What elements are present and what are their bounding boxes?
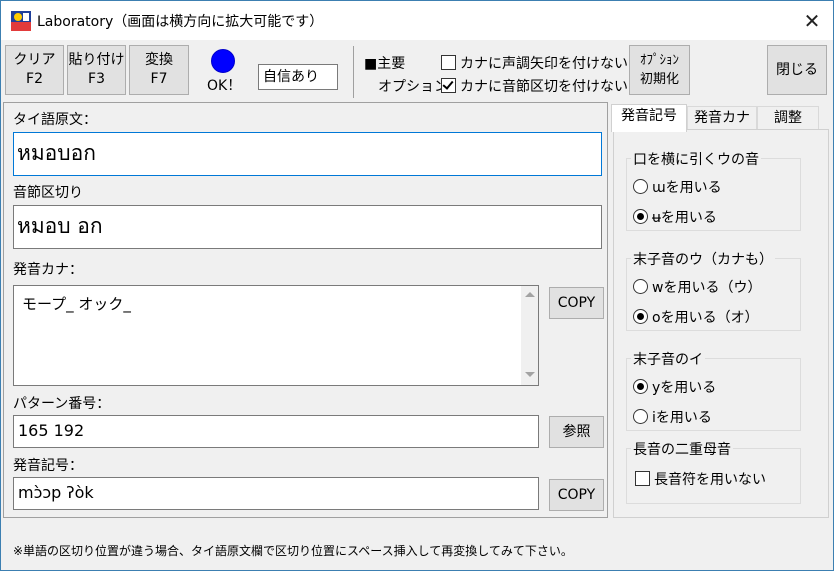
- radio-use-mu[interactable]: ɯを用いる: [633, 177, 722, 197]
- scroll-down-icon[interactable]: [525, 372, 535, 377]
- convert-button[interactable]: 変換 F7: [129, 45, 189, 95]
- clear-button-key: F2: [26, 71, 43, 87]
- kana-label: 発音カナ：: [13, 262, 83, 278]
- radio-use-mu-label: ɯを用いる: [652, 180, 722, 196]
- close-button[interactable]: 閉じる: [767, 45, 827, 95]
- clear-button-label: クリア: [13, 52, 56, 68]
- group-final-i-title: 末子音のイ: [631, 349, 705, 369]
- clear-button[interactable]: クリア F2: [5, 45, 64, 95]
- app-icon: [11, 11, 31, 31]
- checkbox-unchecked-icon: [635, 471, 650, 486]
- settings-tabs: 発音記号 発音カナ 調整: [611, 104, 833, 132]
- group-final-u-title: 末子音のウ（カナも）: [631, 249, 775, 269]
- group-u-sound: 口を横に引くウの音 ɯを用いる ʉを用いる: [626, 149, 801, 231]
- app-window: Laboratory（画面は横方向に拡大可能です） ✕ クリア F2 貼り付け …: [0, 0, 834, 571]
- symbol-copy-button[interactable]: COPY: [549, 479, 604, 511]
- pattern-ref-button[interactable]: 参照: [549, 416, 604, 448]
- title-bar: Laboratory（画面は横方向に拡大可能です） ✕: [1, 1, 833, 40]
- confidence-field: 自信あり: [258, 64, 338, 90]
- radio-use-barred-u[interactable]: ʉを用いる: [633, 207, 717, 227]
- scroll-up-icon[interactable]: [525, 292, 535, 297]
- option-reset-line2: 初期化: [639, 72, 679, 87]
- no-tone-arrow-label: カナに声調矢印を付けない: [460, 56, 628, 72]
- paste-button-label: 貼り付け: [68, 52, 125, 68]
- pattern-label: パターン番号：: [13, 396, 111, 412]
- tab-page-pronunciation-symbol: 口を横に引くウの音 ɯを用いる ʉを用いる 末子音のウ（カナも） wを用いる（ウ…: [613, 129, 829, 518]
- toolbar-divider: [353, 46, 354, 98]
- pattern-field[interactable]: 165 192: [13, 415, 539, 448]
- radio-use-y[interactable]: yを用いる: [633, 377, 716, 397]
- radio-use-barred-u-label: ʉを用いる: [652, 210, 717, 226]
- group-final-i: 末子音のイ yを用いる iを用いる: [626, 349, 801, 431]
- radio-use-y-label: yを用いる: [652, 380, 717, 396]
- hint-text: ※単語の区切り位置が違う場合、タイ語原文欄で区切り位置にスペース挿入して再変換し…: [13, 544, 573, 558]
- settings-panel: 発音記号 発音カナ 調整 口を横に引くウの音 ɯを用いる ʉを用いる 末子音のウ…: [611, 102, 833, 518]
- radio-off-icon: [633, 409, 648, 424]
- convert-button-key: F7: [150, 71, 168, 87]
- tab-pronunciation-kana[interactable]: 発音カナ: [687, 106, 757, 130]
- radio-use-o[interactable]: oを用いる（オ）: [633, 307, 759, 327]
- kana-copy-button[interactable]: COPY: [549, 287, 604, 319]
- group-final-u: 末子音のウ（カナも） wを用いる（ウ） oを用いる（オ）: [626, 249, 801, 331]
- no-long-mark-checkbox[interactable]: 長音符を用いない: [635, 469, 766, 489]
- kana-textarea[interactable]: モープ_ オック_: [13, 285, 539, 386]
- syllable-field[interactable]: หมอบ อก: [13, 205, 602, 249]
- group-long-diphthong: 長音の二重母音 長音符を用いない: [626, 439, 801, 504]
- option-reset-button[interactable]: ｵﾌﾟｼｮﾝ 初期化: [629, 45, 690, 95]
- kana-scrollbar[interactable]: [521, 286, 538, 385]
- convert-button-label: 変換: [145, 52, 173, 68]
- tab-adjust[interactable]: 調整: [757, 106, 819, 130]
- checkbox-checked-icon: [441, 78, 456, 93]
- radio-off-icon: [633, 179, 648, 194]
- paste-button[interactable]: 貼り付け F3: [67, 45, 126, 95]
- radio-use-o-label: oを用いる（オ）: [652, 310, 759, 326]
- option-label: オプション: [378, 79, 448, 95]
- syllable-label: 音節区切り: [13, 185, 83, 201]
- tab-pronunciation-symbol[interactable]: 発音記号: [611, 104, 687, 132]
- main-label: ■主要: [364, 56, 406, 72]
- symbol-label: 発音記号：: [13, 458, 83, 474]
- close-icon[interactable]: ✕: [797, 8, 827, 34]
- group-long-diphthong-title: 長音の二重母音: [631, 439, 733, 459]
- radio-use-i-label: iを用いる: [652, 410, 712, 426]
- radio-use-i[interactable]: iを用いる: [633, 407, 712, 427]
- kana-text: モープ_ オック_: [22, 295, 131, 313]
- status-label: OK！: [207, 78, 242, 94]
- thai-text-input[interactable]: หมอบอก: [13, 132, 602, 176]
- no-syllable-sep-checkbox[interactable]: カナに音節区切を付けない: [441, 76, 628, 96]
- radio-on-icon: [633, 209, 648, 224]
- radio-on-icon: [633, 309, 648, 324]
- option-reset-line1: ｵﾌﾟｼｮﾝ: [640, 53, 679, 68]
- radio-on-icon: [633, 379, 648, 394]
- no-long-mark-label: 長音符を用いない: [654, 472, 766, 488]
- symbol-field[interactable]: mɔ̀ɔp ʔòk: [13, 477, 539, 510]
- thai-text-label: タイ語原文：: [13, 112, 97, 128]
- radio-use-w-label: wを用いる（ウ）: [652, 280, 762, 296]
- radio-off-icon: [633, 279, 648, 294]
- window-title: Laboratory（画面は横方向に拡大可能です）: [37, 14, 324, 30]
- checkbox-unchecked-icon: [441, 55, 456, 70]
- radio-use-w[interactable]: wを用いる（ウ）: [633, 277, 761, 297]
- group-u-sound-title: 口を横に引くウの音: [631, 149, 761, 169]
- paste-button-key: F3: [88, 71, 105, 87]
- no-tone-arrow-checkbox[interactable]: カナに声調矢印を付けない: [441, 53, 628, 73]
- status-indicator-dot: [211, 49, 235, 73]
- no-syllable-sep-label: カナに音節区切を付けない: [460, 79, 628, 95]
